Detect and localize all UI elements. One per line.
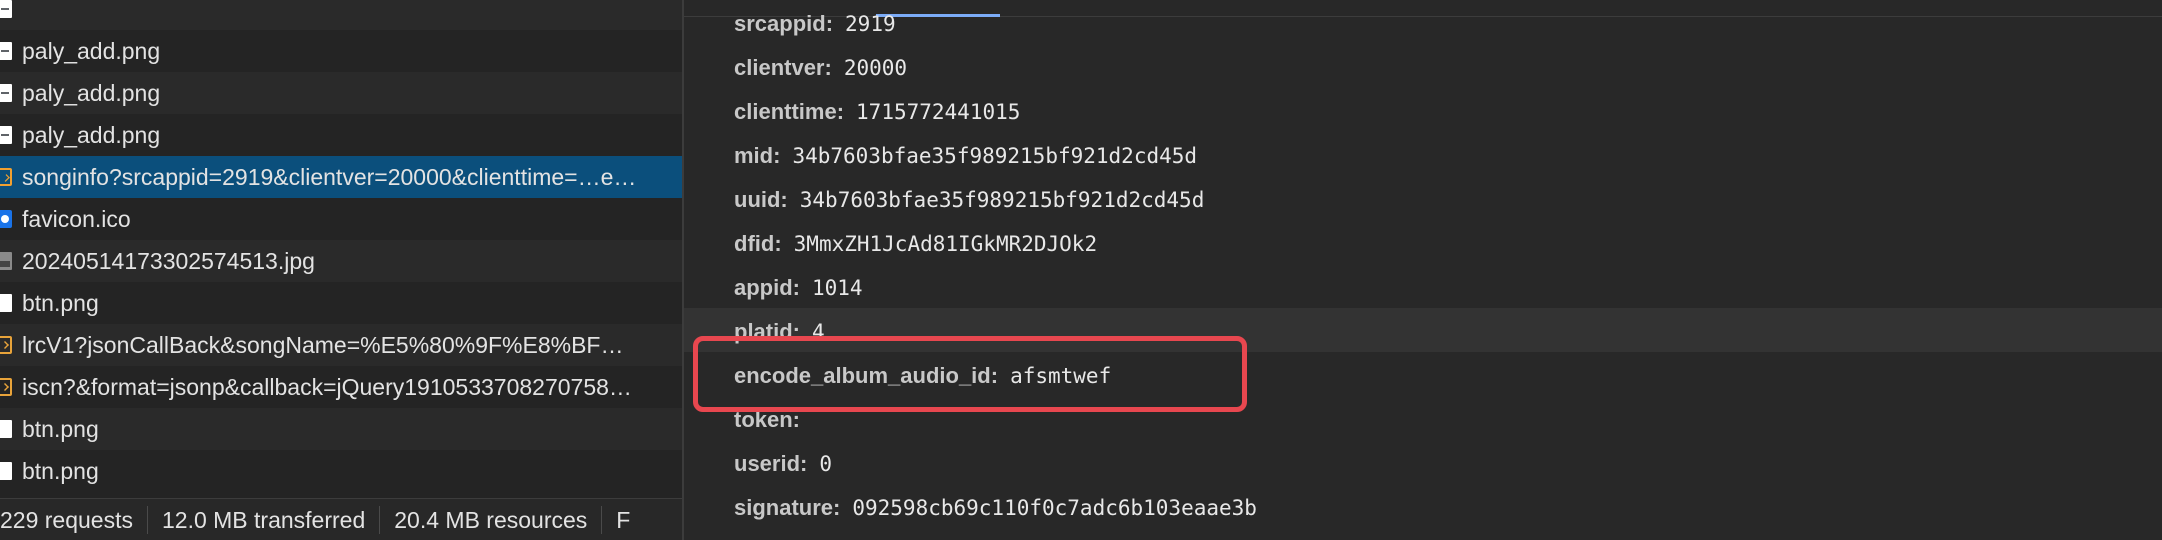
blank-file-icon [0,420,12,438]
param-key: userid: [734,451,808,476]
param-value: 1715772441015 [856,100,1021,124]
query-param-row: dfid: 3MmxZH1JcAd81IGkMR2DJOk2 [734,222,1097,266]
script-file-icon [0,378,12,396]
param-value: 34b7603bfae35f989215bf921d2cd45d [799,188,1205,212]
param-key: srcappid: [734,11,834,36]
param-key: appid: [734,275,800,300]
resources-size: 20.4 MB resources [380,506,603,534]
request-name: 20240514173302574513.jpg [22,247,315,274]
details-tab-strip [684,0,2162,17]
blank-file-icon [0,294,12,312]
param-key: clientver: [734,55,832,80]
image-file-icon [0,0,12,18]
request-row[interactable]: btn.png [0,282,682,324]
network-request-list: paly_add.png paly_add.png paly_add.png s… [0,0,682,540]
param-value: 092598cb69c110f0c7adc6b103eaae3b [852,496,1257,520]
request-name: favicon.ico [22,205,131,232]
favicon-icon [0,210,12,228]
image-file-icon [0,126,12,144]
param-key: mid: [734,143,781,168]
photo-file-icon [0,252,12,270]
query-param-row: mid: 34b7603bfae35f989215bf921d2cd45d [734,134,1197,178]
query-param-row: clienttime: 1715772441015 [734,90,1020,134]
script-file-icon [0,336,12,354]
query-param-row: uuid: 34b7603bfae35f989215bf921d2cd45d [734,178,1204,222]
request-row[interactable]: paly_add.png [0,30,682,72]
annotation-highlight-box [693,336,1247,412]
request-row[interactable]: btn.png [0,408,682,450]
request-row[interactable]: favicon.ico [0,198,682,240]
image-file-icon [0,42,12,60]
request-row-selected[interactable]: songinfo?srcappid=2919&clientver=20000&c… [0,156,682,198]
param-value: 1014 [812,276,863,300]
param-value: 0 [819,452,833,476]
request-name: paly_add.png [22,79,161,106]
query-param-row: clientver: 20000 [734,46,907,90]
request-details-panel: srcappid: 2919 clientver: 20000 clientti… [684,0,2162,540]
request-name: btn.png [22,457,99,484]
request-name: btn.png [22,415,99,442]
request-count: 229 requests [0,506,148,534]
param-value: 2919 [845,12,896,36]
param-key: signature: [734,495,841,520]
request-name: btn.png [22,289,99,316]
query-param-row: appid: 1014 [734,266,863,310]
request-row[interactable]: paly_add.png [0,72,682,114]
param-key: dfid: [734,231,782,256]
request-name: paly_add.png [22,37,161,64]
request-row[interactable]: btn.png [0,450,682,492]
param-value: 34b7603bfae35f989215bf921d2cd45d [792,144,1198,168]
request-row[interactable]: paly_add.png [0,114,682,156]
request-name: songinfo?srcappid=2919&clientver=20000&c… [22,163,637,190]
transferred-size: 12.0 MB transferred [148,506,381,534]
request-name: lrcV1?jsonCallBack&songName=%E5%80%9F%E8… [22,331,624,358]
query-param-row: srcappid: 2919 [734,2,896,46]
param-value: 3MmxZH1JcAd81IGkMR2DJOk2 [793,232,1098,256]
request-row[interactable]: iscn?&format=jsonp&callback=jQuery191053… [0,366,682,408]
request-name: paly_add.png [22,121,161,148]
finish-time: F [616,506,631,533]
param-key: uuid: [734,187,788,212]
network-status-bar: 229 requests 12.0 MB transferred 20.4 MB… [0,498,682,540]
param-key: clienttime: [734,99,845,124]
param-value: 20000 [843,56,908,80]
query-param-row: userid: 0 [734,442,832,486]
request-row[interactable]: 20240514173302574513.jpg [0,240,682,282]
request-row[interactable] [0,0,682,30]
json-file-icon [0,168,12,186]
blank-file-icon [0,462,12,480]
query-param-row: signature: 092598cb69c110f0c7adc6b103eaa… [734,486,1257,530]
request-row[interactable]: lrcV1?jsonCallBack&songName=%E5%80%9F%E8… [0,324,682,366]
image-file-icon [0,84,12,102]
request-name: iscn?&format=jsonp&callback=jQuery191053… [22,373,632,400]
